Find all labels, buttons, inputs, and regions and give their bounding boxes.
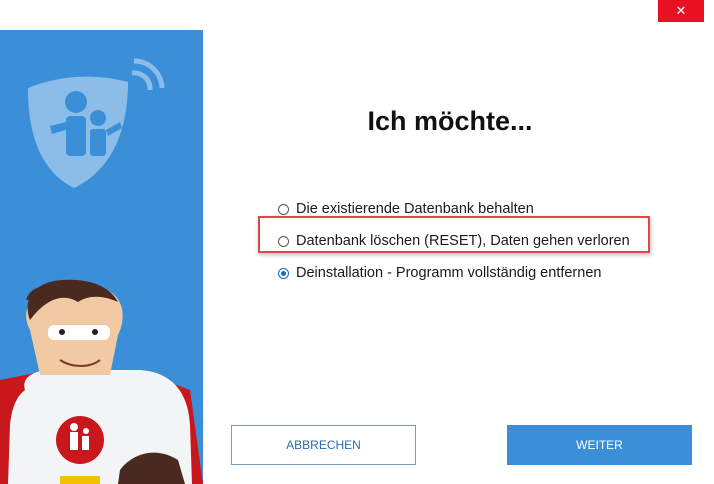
option-label: Datenbank löschen (RESET), Daten gehen v… xyxy=(296,233,630,249)
close-icon: ✕ xyxy=(675,3,687,18)
option-uninstall[interactable]: Deinstallation - Programm vollständig en… xyxy=(278,257,630,289)
cancel-button[interactable]: ABBRECHEN xyxy=(231,425,416,465)
option-keep-database[interactable]: Die existierende Datenbank behalten xyxy=(278,193,630,225)
sidebar-artwork xyxy=(0,30,203,484)
radio-button-selected[interactable] xyxy=(278,267,289,279)
option-label: Die existierende Datenbank behalten xyxy=(296,201,534,217)
radio-button[interactable] xyxy=(278,203,289,215)
superhero-mascot xyxy=(0,279,203,484)
mascot-illustration xyxy=(0,58,203,484)
close-button[interactable]: ✕ xyxy=(658,0,704,22)
radio-button[interactable] xyxy=(278,235,289,247)
next-button[interactable]: WEITER xyxy=(507,425,692,465)
shield-logo-icon xyxy=(28,58,165,188)
page-title: Ich möchte... xyxy=(367,106,533,136)
option-label: Deinstallation - Programm vollständig en… xyxy=(296,265,602,281)
option-list: Die existierende Datenbank behalten Date… xyxy=(278,193,630,289)
option-reset-database[interactable]: Datenbank löschen (RESET), Daten gehen v… xyxy=(278,225,630,257)
